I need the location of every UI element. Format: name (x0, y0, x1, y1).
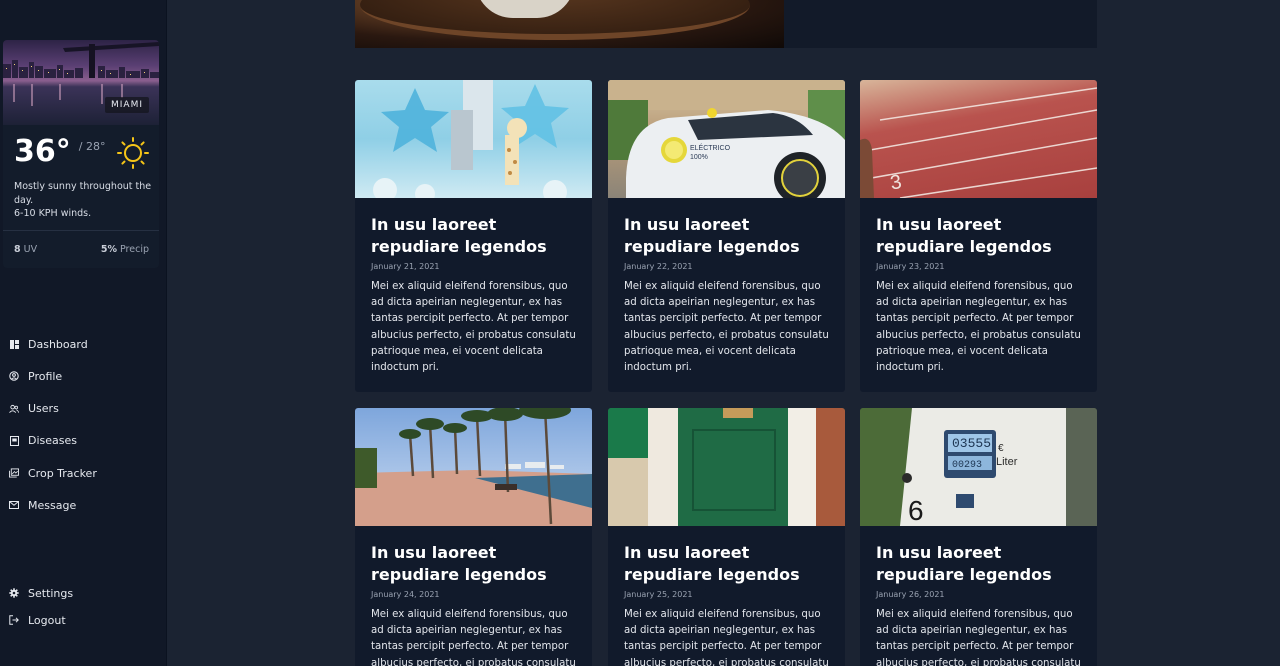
message-icon (9, 500, 19, 510)
post-date: January 21, 2021 (371, 262, 440, 271)
users-icon (9, 404, 19, 414)
post-excerpt: Mei ex aliquid eleifend forensibus, quo … (624, 281, 829, 374)
nav-item-settings[interactable]: Settings (9, 585, 73, 601)
post-title[interactable]: In usu laoreet repudiare legendos (876, 214, 1086, 257)
nav-item-message[interactable]: Message (9, 497, 97, 513)
post-excerpt: Mei ex aliquid eleifend forensibus, quo … (371, 281, 576, 374)
city-badge: MIAMI (105, 97, 149, 113)
profile-icon (9, 371, 19, 382)
secondary-nav: Settings Logout (9, 585, 73, 639)
featured-post-banner[interactable] (355, 0, 1097, 48)
palm-promenade-photo (355, 408, 592, 526)
featured-post-photo (355, 0, 784, 48)
city-skyline-photo: MIAMI (3, 40, 159, 125)
electric-car-photo: ELÉCTRICO 100% (608, 80, 845, 198)
post-title[interactable]: In usu laoreet repudiare legendos (624, 542, 834, 585)
svg-text:3: 3 (889, 171, 904, 195)
post-excerpt: Mei ex aliquid eleifend forensibus, quo … (876, 281, 1081, 374)
svg-text:6: 6 (908, 495, 924, 526)
nav-item-profile[interactable]: Profile (9, 368, 97, 384)
post-card[interactable]: In usu laoreet repudiare legendos Januar… (608, 408, 845, 666)
uv-index: 8 UV (14, 244, 38, 255)
post-title[interactable]: In usu laoreet repudiare legendos (371, 214, 581, 257)
crop-tracker-icon (9, 468, 19, 478)
post-card[interactable]: 3 In usu laoreet repudiare legendos Janu… (860, 80, 1097, 392)
nav-item-dashboard[interactable]: Dashboard (9, 336, 97, 352)
main-nav: Dashboard Profile Users Diseases Crop Tr… (9, 336, 97, 530)
svg-text:00293: 00293 (952, 460, 982, 471)
fuel-pump-photo: 03555 00293 € Liter 6 (860, 408, 1097, 526)
gear-icon (9, 588, 19, 598)
nav-item-logout[interactable]: Logout (9, 612, 73, 628)
weather-description: Mostly sunny throughout the day. 6-10 KP… (14, 181, 152, 219)
nav-item-crop-tracker[interactable]: Crop Tracker (9, 465, 97, 481)
svg-text:03555: 03555 (952, 436, 991, 451)
post-date: January 25, 2021 (624, 590, 693, 599)
post-date: January 26, 2021 (876, 590, 945, 599)
post-card[interactable]: In usu laoreet repudiare legendos Januar… (355, 408, 592, 666)
nav-item-users[interactable]: Users (9, 401, 97, 417)
post-card[interactable]: In usu laoreet repudiare legendos Januar… (355, 80, 592, 392)
temperature: 36° / 28° (14, 134, 105, 170)
post-date: January 23, 2021 (876, 262, 945, 271)
svg-text:€: € (998, 443, 1004, 454)
precipitation: 5% Precip (100, 244, 149, 255)
weather-widget: MIAMI 36° / 28° Mostly sunny throughout … (3, 40, 159, 268)
sidebar: MIAMI 36° / 28° Mostly sunny throughout … (0, 0, 167, 666)
post-date: January 22, 2021 (624, 262, 693, 271)
svg-text:100%: 100% (690, 154, 708, 161)
dashboard-icon (9, 339, 19, 349)
post-excerpt: Mei ex aliquid eleifend forensibus, quo … (624, 609, 829, 666)
post-card[interactable]: 03555 00293 € Liter 6 In usu laoreet rep… (860, 408, 1097, 666)
logout-icon (9, 615, 19, 625)
green-door-photo (608, 408, 845, 526)
svg-text:Liter: Liter (996, 456, 1018, 468)
current-temp: 36° (14, 134, 71, 169)
post-excerpt: Mei ex aliquid eleifend forensibus, quo … (371, 609, 576, 666)
post-card[interactable]: ELÉCTRICO 100% In usu laoreet repudiare … (608, 80, 845, 392)
post-excerpt: Mei ex aliquid eleifend forensibus, quo … (876, 609, 1081, 666)
running-track-photo: 3 (860, 80, 1097, 198)
sun-icon (116, 136, 150, 170)
nav-item-diseases[interactable]: Diseases (9, 433, 97, 449)
post-title[interactable]: In usu laoreet repudiare legendos (624, 214, 834, 257)
divider (3, 230, 159, 231)
post-date: January 24, 2021 (371, 590, 440, 599)
diseases-icon (9, 435, 19, 446)
post-title[interactable]: In usu laoreet repudiare legendos (876, 542, 1086, 585)
post-title[interactable]: In usu laoreet repudiare legendos (371, 542, 581, 585)
balloons-photo (355, 80, 592, 198)
svg-text:ELÉCTRICO: ELÉCTRICO (690, 143, 731, 152)
low-temp: / 28° (78, 140, 106, 153)
